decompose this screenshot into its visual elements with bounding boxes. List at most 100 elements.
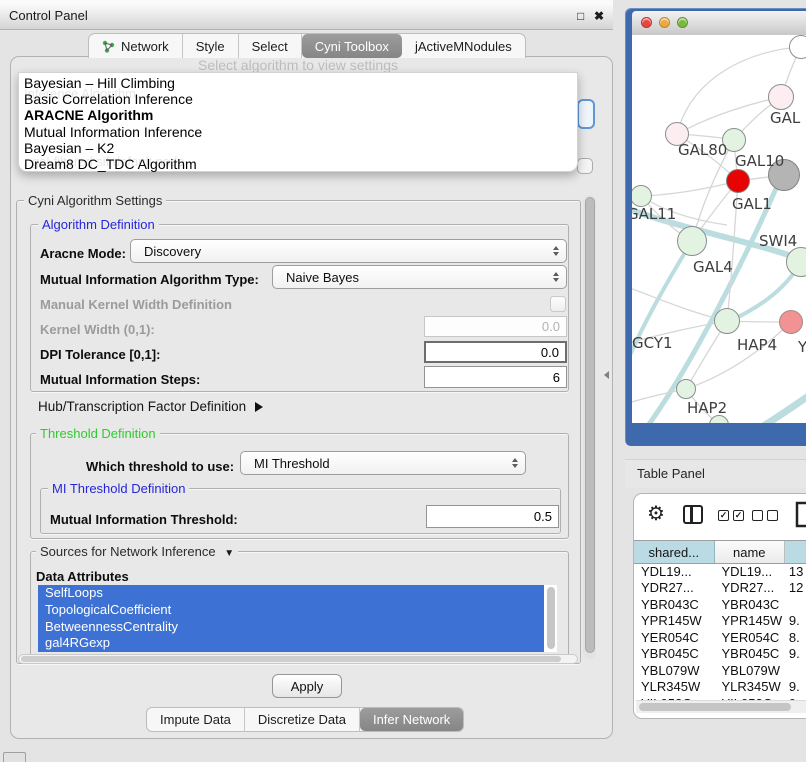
settings-vertical-scrollbar[interactable] — [583, 195, 596, 659]
hub-definition-disclosure[interactable]: Hub/Transcription Factor Definition — [38, 399, 263, 414]
control-panel-tabbar: Network Style Select Cyni Toolbox jActiv… — [88, 33, 526, 58]
mi-steps-value: 6 — [553, 370, 560, 385]
deselect-all-checkboxes-icon[interactable] — [752, 510, 778, 521]
column-header-shared[interactable]: shared... — [634, 541, 715, 563]
combo-arrows-icon — [553, 246, 559, 256]
hidden-combo-fragment — [577, 99, 595, 129]
algorithm-option[interactable]: Bayesian – K2 — [19, 140, 577, 156]
algorithm-option-aracne[interactable]: ARACNE Algorithm — [19, 107, 577, 123]
kernel-width-label: Kernel Width (0,1): — [40, 322, 155, 337]
apply-button[interactable]: Apply — [272, 674, 342, 698]
network-node[interactable] — [789, 35, 806, 59]
network-node-hap4[interactable] — [714, 308, 740, 334]
gear-icon[interactable]: ⚙ — [647, 502, 665, 526]
network-window: GAL GAL80 GAL10 GAL1 GAL11 GAL4 SWI4 GCY… — [625, 8, 806, 446]
algorithm-option[interactable]: Mutual Information Inference — [19, 124, 577, 140]
data-attributes-list: SelfLoops TopologicalCoefficient Between… — [38, 585, 557, 652]
hub-definition-label: Hub/Transcription Factor Definition — [38, 399, 246, 414]
cell: 9. — [785, 613, 806, 628]
minimize-traffic-icon[interactable] — [659, 17, 670, 28]
float-window-icon[interactable]: □ — [577, 3, 584, 29]
cell: 13 — [785, 564, 806, 579]
close-traffic-icon[interactable] — [641, 17, 652, 28]
table-row[interactable]: YPR145WYPR145W9. — [634, 613, 806, 630]
tab-style[interactable]: Style — [183, 34, 239, 58]
cell: YBR043C — [634, 597, 715, 612]
tab-select[interactable]: Select — [239, 34, 302, 58]
table-row[interactable]: YDL19...YDL19...13 — [634, 563, 806, 580]
algorithm-option[interactable]: Bayesian – Hill Climbing — [19, 75, 577, 91]
tab-impute-data-label: Impute Data — [160, 712, 231, 727]
aracne-mode-select[interactable]: Discovery — [130, 239, 567, 263]
node-label-y: Y — [798, 338, 806, 356]
network-canvas[interactable]: GAL GAL80 GAL10 GAL1 GAL11 GAL4 SWI4 GCY… — [632, 35, 806, 423]
tab-network[interactable]: Network — [89, 34, 183, 58]
manual-kernel-width-label: Manual Kernel Width Definition — [40, 297, 232, 312]
cell: YER054C — [634, 630, 715, 645]
tab-jactivemnodules[interactable]: jActiveMNodules — [402, 34, 525, 58]
algorithm-dropdown-list: Bayesian – Hill Climbing Basic Correlati… — [18, 72, 578, 172]
network-window-titlebar[interactable] — [632, 11, 806, 36]
attribute-item-selected[interactable]: BetweennessCentrality — [38, 619, 544, 636]
columns-icon[interactable] — [683, 505, 703, 524]
table-hscroll-thumb[interactable] — [639, 703, 791, 711]
table-row[interactable]: YLR345WYLR345W9. — [634, 679, 806, 696]
algorithm-option[interactable]: Basic Correlation Inference — [19, 91, 577, 107]
select-all-checkboxes-icon[interactable]: ✓ ✓ — [718, 510, 744, 521]
table-row[interactable]: YBL079WYBL079W — [634, 662, 806, 679]
settings-horizontal-scrollbar[interactable] — [18, 654, 578, 664]
column-header-name[interactable]: name — [715, 541, 785, 563]
attribute-item-selected[interactable]: SelfLoops — [38, 585, 544, 602]
file-icon[interactable] — [795, 501, 806, 533]
network-node-hap2[interactable] — [676, 379, 696, 399]
node-label-gal1: GAL1 — [732, 195, 772, 213]
unchecked-box-icon — [752, 510, 763, 521]
table-panel-title: Table Panel — [637, 460, 705, 488]
tab-network-label: Network — [121, 39, 169, 54]
network-node-salmon[interactable] — [779, 310, 803, 334]
algorithm-select-placeholder[interactable]: Select algorithm to view settings — [18, 57, 578, 73]
aracne-mode-value: Discovery — [144, 244, 201, 259]
tab-impute-data[interactable]: Impute Data — [147, 708, 245, 731]
dpi-tolerance-field[interactable]: 0.0 — [424, 341, 567, 363]
which-threshold-select[interactable]: MI Threshold — [240, 451, 526, 475]
tab-discretize-data[interactable]: Discretize Data — [245, 708, 360, 731]
mi-algorithm-type-select[interactable]: Naive Bayes — [272, 265, 567, 289]
unchecked-box-icon — [767, 510, 778, 521]
attribute-item-selected[interactable]: gal4RGexp — [38, 635, 544, 652]
algorithm-option[interactable]: Dream8 DC_TDC Algorithm — [19, 156, 577, 172]
panel-splitter-arrow[interactable] — [604, 371, 609, 379]
table-row[interactable]: YER054CYER054C8. — [634, 629, 806, 646]
zoom-traffic-icon[interactable] — [677, 17, 688, 28]
cell: YBL079W — [634, 663, 715, 678]
table-row[interactable]: YBR043CYBR043C — [634, 596, 806, 613]
tab-infer-network-label: Infer Network — [373, 712, 450, 727]
table-row[interactable]: YBR045CYBR045C9. — [634, 646, 806, 663]
attribute-item-selected[interactable]: TopologicalCoefficient — [38, 602, 544, 619]
vscroll-thumb[interactable] — [585, 197, 595, 653]
sources-legend[interactable]: Sources for Network Inference ▼ — [36, 544, 238, 559]
control-panel-titlebar: Control Panel □ ✖ — [0, 3, 613, 30]
table-horizontal-scrollbar[interactable] — [636, 700, 806, 713]
network-node-gal7[interactable] — [768, 84, 794, 110]
manual-kernel-width-checkbox[interactable] — [550, 296, 566, 312]
collapsed-panel-widget[interactable] — [3, 752, 26, 762]
tab-cyni-toolbox[interactable]: Cyni Toolbox — [302, 34, 402, 58]
mi-steps-field[interactable]: 6 — [424, 366, 567, 388]
table-row[interactable]: YDR27...YDR27...12 — [634, 580, 806, 597]
cell: YDR27... — [715, 580, 785, 595]
mi-threshold-field[interactable]: 0.5 — [426, 505, 559, 528]
mi-steps-label: Mutual Information Steps: — [40, 372, 200, 387]
hscroll-thumb[interactable] — [21, 656, 561, 662]
close-icon[interactable]: ✖ — [594, 3, 604, 29]
list-scrollbar-thumb[interactable] — [547, 587, 555, 649]
tab-infer-network[interactable]: Infer Network — [360, 708, 463, 731]
node-label-swi4: SWI4 — [759, 232, 797, 250]
network-node-gal1[interactable] — [726, 169, 750, 193]
mi-algorithm-type-label: Mutual Information Algorithm Type: — [40, 272, 259, 287]
network-node-gal4[interactable] — [677, 226, 707, 256]
column-header-partial[interactable] — [785, 541, 806, 563]
node-label-gal4: GAL4 — [693, 258, 733, 276]
kernel-width-field[interactable]: 0.0 — [424, 316, 567, 337]
node-label-hap2: HAP2 — [687, 399, 727, 417]
